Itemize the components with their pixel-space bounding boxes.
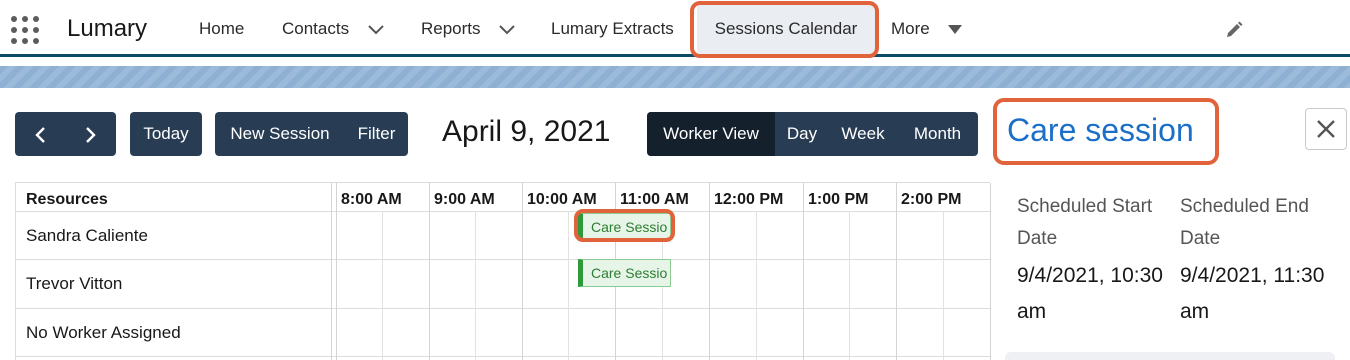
- chevron-right-icon: [86, 126, 96, 143]
- close-button[interactable]: [1305, 108, 1347, 150]
- app-name: Lumary: [67, 15, 148, 42]
- nav-item-label: Lumary Extracts: [551, 19, 674, 38]
- calendar-event[interactable]: Care Sessio: [578, 259, 671, 287]
- row-divider: [16, 259, 991, 260]
- nav-item-label: Sessions Calendar: [714, 19, 858, 38]
- half-hour-line: [849, 211, 850, 360]
- resources-header: Resources: [26, 191, 108, 208]
- header-divider: [16, 211, 991, 212]
- next-button[interactable]: [66, 112, 116, 156]
- hour-line: [896, 183, 897, 360]
- nav-item-more[interactable]: More: [891, 0, 963, 57]
- view-day-button[interactable]: Day: [775, 112, 829, 156]
- hour-line: [803, 183, 804, 360]
- view-week-button[interactable]: Week: [829, 112, 897, 156]
- time-slot-label: 8:00 AM: [341, 191, 402, 208]
- resource-row-label: No Worker Assigned: [26, 323, 181, 342]
- time-slot-label: 9:00 AM: [434, 191, 495, 208]
- app-launcher-icon[interactable]: [10, 15, 40, 45]
- half-hour-line: [756, 211, 757, 360]
- nav-underline: [0, 54, 1350, 57]
- nav-item-contacts[interactable]: Contacts: [282, 0, 384, 57]
- chevron-down-icon[interactable]: [499, 24, 515, 35]
- row-divider: [16, 356, 991, 357]
- today-group: Today: [130, 112, 202, 156]
- hour-line: [990, 183, 991, 360]
- action-group: New Session Filter: [215, 112, 408, 156]
- column-divider: [336, 183, 337, 360]
- view-month-button[interactable]: Month: [897, 112, 978, 156]
- date-nav-group: [15, 112, 116, 156]
- pencil-icon[interactable]: [1224, 20, 1244, 40]
- resource-row-label: Sandra Caliente: [26, 226, 148, 245]
- nav-item-label: Home: [199, 19, 245, 38]
- new-session-button[interactable]: New Session: [215, 112, 345, 156]
- time-slot-label: 12:00 PM: [714, 191, 784, 208]
- panel-section-bar: [1005, 352, 1335, 360]
- global-nav: Lumary Home Contacts Reports Lumary Extr…: [0, 0, 1350, 57]
- nav-item-label: More: [891, 19, 930, 38]
- today-button[interactable]: Today: [130, 112, 202, 156]
- half-hour-line: [943, 211, 944, 360]
- nav-item-sessions-calendar[interactable]: Sessions Calendar: [697, 4, 875, 54]
- prev-button[interactable]: [15, 112, 65, 156]
- session-record-title[interactable]: Care session: [1007, 112, 1194, 149]
- close-icon: [1317, 120, 1335, 138]
- column-divider: [331, 183, 332, 360]
- nav-item-lumary-extracts[interactable]: Lumary Extracts: [551, 0, 674, 57]
- time-slot-label: 11:00 AM: [620, 191, 689, 208]
- scheduled-start-value: 9/4/2021, 10:30 am: [1017, 264, 1163, 323]
- nav-item-reports[interactable]: Reports: [421, 0, 515, 57]
- resource-row-label: Trevor Vitton: [26, 274, 123, 293]
- time-slot-label: 1:00 PM: [808, 191, 869, 208]
- scheduled-start-label: Scheduled Start Date: [1017, 196, 1153, 249]
- hour-line: [522, 183, 523, 360]
- time-slot-label: 10:00 AM: [527, 191, 597, 208]
- time-slot-label: 2:00 PM: [901, 191, 962, 208]
- half-hour-line: [382, 211, 383, 360]
- scheduled-end-label: Scheduled End Date: [1180, 196, 1309, 249]
- row-divider: [16, 308, 991, 309]
- calendar-event[interactable]: Care Sessio: [578, 213, 671, 241]
- chevron-left-icon: [35, 126, 45, 143]
- half-hour-line: [568, 211, 569, 360]
- calendar-date-title: April 9, 2021: [442, 115, 611, 148]
- hour-line: [709, 183, 710, 360]
- filter-button[interactable]: Filter: [345, 112, 408, 156]
- header-band: [0, 66, 1350, 88]
- scheduled-end-value: 9/4/2021, 11:30 am: [1180, 264, 1325, 323]
- view-worker-button[interactable]: Worker View: [647, 112, 775, 156]
- worker-calendar-grid: Resources Sandra Caliente Trevor Vitton …: [15, 182, 991, 360]
- hour-line: [429, 183, 430, 360]
- nav-item-label: Reports: [421, 19, 481, 38]
- half-hour-line: [475, 211, 476, 360]
- nav-item-home[interactable]: Home: [199, 0, 244, 57]
- nav-item-label: Contacts: [282, 19, 350, 38]
- chevron-down-icon[interactable]: [368, 24, 384, 35]
- view-switcher: Worker View Day Week Month: [647, 112, 978, 156]
- caret-down-icon[interactable]: [948, 25, 963, 35]
